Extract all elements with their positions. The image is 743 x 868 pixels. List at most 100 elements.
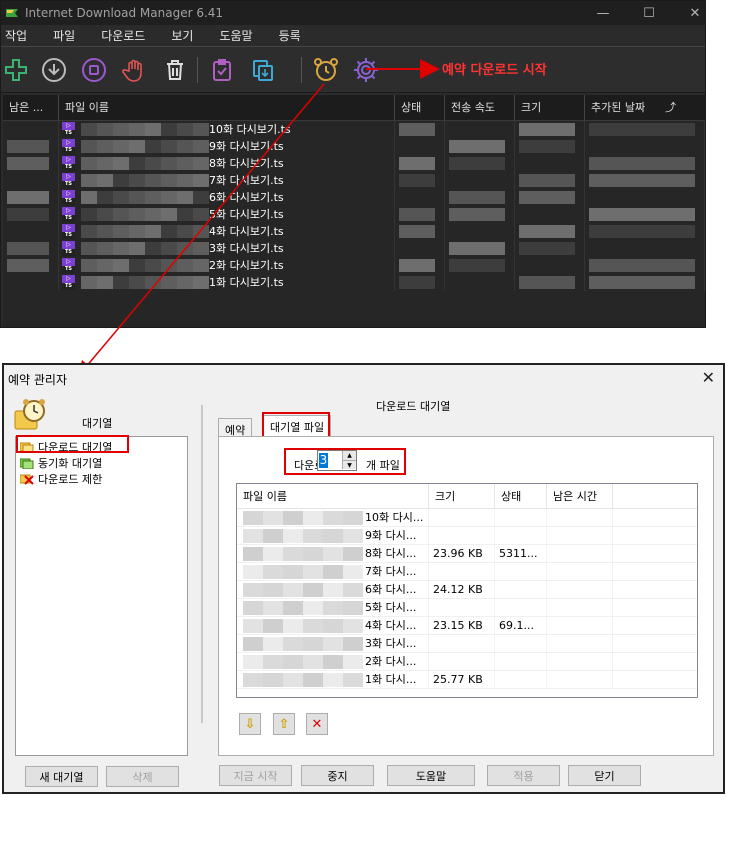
pixelated-redaction — [129, 191, 145, 204]
queue-file-time-left — [547, 653, 613, 670]
pixelated-redaction — [193, 276, 209, 289]
column-time-left[interactable]: 남은 ... — [3, 95, 59, 120]
queue-file-row[interactable]: 9화 다시... — [237, 527, 697, 545]
stop-all-button[interactable] — [120, 55, 150, 85]
menu-file[interactable]: 파일 — [53, 27, 75, 44]
pixelated-redaction — [343, 673, 363, 687]
queue-file-row[interactable]: 4화 다시... 23.15 KB 69.1... — [237, 617, 697, 635]
pixelated-redaction — [283, 583, 303, 597]
queue-file-row[interactable]: 7화 다시... — [237, 563, 697, 581]
pixelated-redaction — [97, 259, 113, 272]
pixelated-redaction — [7, 259, 49, 272]
pixelated-redaction — [519, 191, 575, 204]
pixelated-redaction — [243, 565, 263, 579]
start-now-button[interactable]: 지금 시작 — [219, 765, 292, 786]
apply-button[interactable]: 적용 — [487, 765, 560, 786]
download-row[interactable]: ▷ TS 1화 다시보기.ts — [3, 274, 705, 291]
pixelated-redaction — [7, 208, 49, 221]
resume-button[interactable] — [39, 55, 69, 85]
menu-view[interactable]: 보기 — [171, 27, 193, 44]
ts-file-icon-label: TS — [62, 198, 75, 205]
column-file-name[interactable]: 파일 이름 — [59, 95, 395, 120]
menu-help[interactable]: 도움말 — [219, 27, 252, 44]
download-row[interactable]: ▷ TS 7화 다시보기.ts — [3, 172, 705, 189]
queue-file-name-cell: 8화 다시... — [237, 545, 429, 562]
queue-file-row[interactable]: 10화 다시... — [237, 509, 697, 527]
menu-registration[interactable]: 등록 — [279, 27, 301, 44]
pixelated-redaction — [283, 511, 303, 525]
pixelated-redaction — [81, 157, 97, 170]
queue-file-row[interactable]: 2화 다시... — [237, 653, 697, 671]
stop-queue-button[interactable]: 중지 — [301, 765, 374, 786]
queue-file-row[interactable]: 8화 다시... 23.96 KB 5311... — [237, 545, 697, 563]
move-down-button[interactable]: ⇩ — [239, 713, 261, 735]
dialog-close-button[interactable]: ✕ — [702, 368, 715, 387]
pixelated-redaction — [263, 601, 283, 615]
row-cell — [585, 138, 705, 155]
queue-item-speed-limit[interactable]: 다운로드 제한 — [20, 471, 102, 487]
row-cell — [515, 189, 585, 206]
download-row[interactable]: ▷ TS 10화 다시보기.ts — [3, 121, 705, 138]
column-status[interactable]: 상태 — [395, 95, 445, 120]
row-cell — [515, 172, 585, 189]
stop-button[interactable] — [79, 55, 109, 85]
download-row[interactable]: ▷ TS 4화 다시보기.ts — [3, 223, 705, 240]
pixelated-redaction — [323, 547, 343, 561]
row-cell — [585, 223, 705, 240]
ts-file-icon-top: ▷ — [62, 139, 75, 147]
column-file-name[interactable]: 파일 이름 — [237, 484, 429, 508]
queue-file-time-left — [547, 509, 613, 526]
close-dialog-button[interactable]: 닫기 — [568, 765, 641, 786]
row-cell — [515, 206, 585, 223]
move-up-button[interactable]: ⇧ — [273, 713, 295, 735]
queue-file-row[interactable]: 1화 다시... 25.77 KB — [237, 671, 697, 689]
minimize-button[interactable]: — — [580, 1, 626, 25]
pixelated-redaction — [449, 242, 505, 255]
row-cell — [585, 189, 705, 206]
column-status[interactable]: 상태 — [495, 484, 547, 508]
delete-queue-button[interactable]: 삭제 — [106, 766, 179, 787]
tab-schedule[interactable]: 예약 — [218, 418, 253, 437]
delete-button[interactable] — [160, 55, 190, 85]
download-row[interactable]: ▷ TS 6화 다시보기.ts — [3, 189, 705, 206]
help-button[interactable]: 도움말 — [387, 765, 475, 786]
ts-file-icon-top: ▷ — [62, 258, 75, 266]
queue-file-status — [495, 599, 547, 616]
column-time-left[interactable]: 남은 시간 — [547, 484, 613, 508]
queue-file-row[interactable]: 3화 다시... — [237, 635, 697, 653]
new-queue-button[interactable]: 새 대기열 — [25, 766, 98, 787]
close-button[interactable]: ✕ — [672, 1, 718, 25]
column-date-added[interactable]: 추가된 날짜 ⤴ — [585, 95, 705, 120]
download-row[interactable]: ▷ TS 8화 다시보기.ts — [3, 155, 705, 172]
grabber-button[interactable] — [248, 55, 278, 85]
maximize-button[interactable]: ☐ — [626, 1, 672, 25]
download-row[interactable]: ▷ TS 3화 다시보기.ts — [3, 240, 705, 257]
column-size[interactable]: 크기 — [429, 484, 495, 508]
stop-circle-icon — [82, 58, 106, 82]
menu-downloads[interactable]: 다운로드 — [101, 27, 145, 44]
download-row[interactable]: ▷ TS 2화 다시보기.ts — [3, 257, 705, 274]
pixelated-redaction — [303, 529, 323, 543]
remove-file-button[interactable]: ✕ — [306, 713, 328, 735]
pixelated-redaction — [129, 208, 145, 221]
add-url-button[interactable] — [1, 55, 31, 85]
menu-task[interactable]: 작업 — [5, 27, 27, 44]
queue-file-row[interactable]: 6화 다시... 24.12 KB — [237, 581, 697, 599]
pixelated-redaction — [449, 191, 505, 204]
pixelated-redaction — [449, 208, 505, 221]
pixelated-redaction — [399, 157, 435, 170]
delete-completed-button[interactable] — [207, 55, 237, 85]
download-row[interactable]: ▷ TS 9화 다시보기.ts — [3, 138, 705, 155]
pixelated-redaction — [161, 157, 177, 170]
download-row[interactable]: ▷ TS 5화 다시보기.ts — [3, 206, 705, 223]
scheduler-button[interactable] — [311, 55, 341, 85]
row-cell: ▷ TS 10화 다시보기.ts — [59, 121, 395, 138]
queue-file-time-left — [547, 563, 613, 580]
queue-file-row[interactable]: 5화 다시... — [237, 599, 697, 617]
pixelated-redaction — [263, 565, 283, 579]
options-button[interactable] — [351, 55, 381, 85]
queue-item-sync[interactable]: 동기화 대기열 — [20, 455, 102, 471]
column-transfer-rate[interactable]: 전송 속도 — [445, 95, 515, 120]
column-size[interactable]: 크기 — [515, 95, 585, 120]
row-cell — [515, 138, 585, 155]
